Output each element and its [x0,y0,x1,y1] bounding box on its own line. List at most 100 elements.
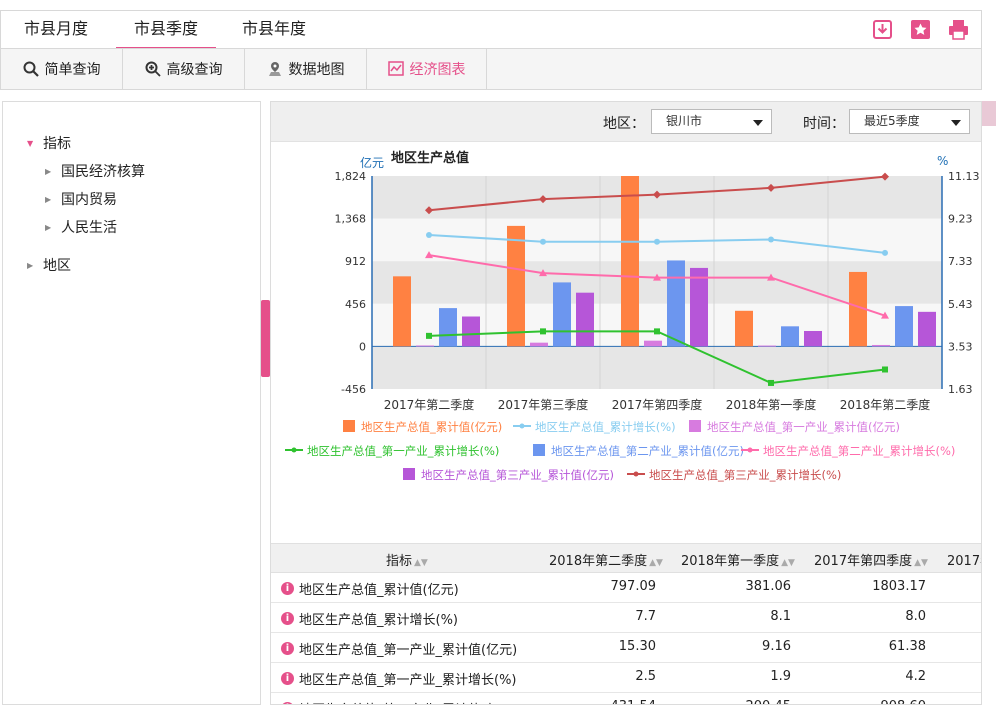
caret-right-icon: ▶ [45,222,52,232]
col-header-2017q4[interactable]: 2017年第四季度 ▲▼ [814,550,928,569]
line-point [882,249,888,256]
y-left-tick-label: 1,824 [335,170,367,183]
col-header-2018q2[interactable]: 2018年第二季度 ▲▼ [549,550,663,569]
tab-county-quarterly[interactable]: 市县季度 [116,11,216,49]
table-cell: 1.9 [770,669,791,684]
col-header-2017[interactable]: 2017年 [947,550,981,569]
download-icon[interactable] [872,19,893,40]
legend-marker [747,447,753,453]
legend-label: 地区生产总值_第三产业_累计值(亿元) [421,468,614,482]
row-label: 地区生产总值_第二产业_累计值(亿元) [299,699,517,704]
table-cell: 15.30 [618,639,656,654]
legend-swatch [689,420,701,432]
bar-3-3 [667,260,685,347]
info-icon[interactable]: i [281,612,294,625]
table-cell: 381.06 [745,579,792,594]
chart-icon [387,61,404,77]
simple-query-button[interactable]: 简单查询 [1,49,123,89]
y-right-tick-label: 11.13 [948,170,980,183]
y-right-tick-label: 7.33 [948,255,973,268]
y-right-tick-label: 5.43 [948,298,973,311]
time-select-value: 最近5季度 [864,114,920,128]
bar-4-2 [576,292,594,347]
table-cell: 9.16 [762,639,791,654]
region-select[interactable]: 银川市 [651,109,772,134]
table-row: i 地区生产总值_累计增长(%) 7.7 8.1 8.0 [271,603,981,633]
y-left-tick-label: 456 [345,298,366,311]
x-tick-label: 2017年第三季度 [498,397,589,412]
line-point [768,236,774,243]
bar-2-5 [872,344,890,347]
bar-2-4 [758,345,776,347]
bar-1-1 [393,276,411,347]
econ-chart-button[interactable]: 经济图表 [367,49,487,89]
caret-right-icon: ▶ [27,260,34,270]
table-cell: 431.54 [556,699,657,704]
table-row: i地区生产总值_第二产业_累计值(亿元) 431.54 200.45 908.60 [271,693,981,704]
row-indicator-name: i 地区生产总值_第一产业_累计增长(%) [281,669,517,688]
filter-bar: 地区： 银川市 时间： 最近5季度 [271,102,981,142]
tree-node-people-life[interactable]: ▶ 人民生活 [45,217,117,237]
x-tick-label: 2018年第二季度 [840,397,931,412]
table-cell: 7.7 [635,609,656,624]
table-header: 指标 ▲▼ 2018年第二季度 ▲▼ 2018年第一季度 ▲▼ 2017年第四季度 ▲▼… [271,543,981,573]
region-select-value: 银川市 [666,114,703,128]
tree-node-region[interactable]: ▶ 地区 [27,255,71,275]
sort-icon: ▲▼ [914,558,928,568]
legend-label: 地区生产总值_第二产业_累计增长(%) [763,444,955,458]
app-root: { "top_tabs":[ {"label":"市县月度","active":… [0,0,996,705]
x-tick-label: 2017年第四季度 [612,397,703,412]
bar-4-4 [804,330,822,347]
caret-right-icon: ▶ [45,194,52,204]
y-left-tick-label: 0 [359,340,366,353]
table-cell: 8.1 [770,609,791,624]
panel-splitter-handle[interactable] [261,300,270,377]
row-label: 地区生产总值_累计值(亿元) [299,583,459,598]
time-select[interactable]: 最近5季度 [849,109,970,134]
y-left-tick-label: 1,368 [335,213,367,226]
col-header-2018q1[interactable]: 2018年第一季度 ▲▼ [681,550,795,569]
table-row: i 地区生产总值_第一产业_累计增长(%) 2.5 1.9 4.2 [271,663,981,693]
data-table: 指标 ▲▼ 2018年第二季度 ▲▼ 2018年第一季度 ▲▼ 2017年第四季度 ▲▼… [271,543,981,704]
search-icon [23,61,39,77]
tab-county-yearly[interactable]: 市县年度 [229,11,319,49]
y-right-tick-label: 1.63 [948,383,973,396]
advanced-query-button[interactable]: 高级查询 [123,49,245,89]
tab-county-monthly[interactable]: 市县月度 [11,11,101,49]
tree-label-indicator: 指标 [43,136,71,152]
time-label: 时间： [803,116,845,132]
legend-swatch [533,444,545,456]
bar-2-1 [416,345,434,347]
chevron-down-icon [753,120,763,126]
line-point [654,238,660,245]
sort-icon: ▲▼ [649,558,663,568]
tree-node-indicator[interactable]: ▼ 指标 [27,133,71,153]
bar-4-3 [690,267,708,347]
scrollbar-thumb[interactable] [982,101,996,126]
table-row: i 地区生产总值_累计值(亿元) 797.09 381.06 1803.17 [271,573,981,603]
legend-label: 地区生产总值_第三产业_累计增长(%) [649,468,841,482]
data-map-button[interactable]: 数据地图 [245,49,367,89]
col-header-indicator[interactable]: 指标 ▲▼ [386,550,428,569]
tree-node-national-accounts[interactable]: ▶ 国民经济核算 [45,161,145,181]
y-right-tick-label: 3.53 [948,340,973,353]
star-icon[interactable] [910,19,931,40]
caret-right-icon: ▶ [45,166,52,176]
bar-3-2 [553,282,571,347]
legend-swatch [403,468,415,480]
tree-node-domestic-trade[interactable]: ▶ 国内贸易 [45,189,117,209]
info-icon[interactable]: i [281,672,294,685]
line-point [654,328,660,335]
bar-1-3 [621,176,639,347]
info-icon[interactable]: i [281,582,294,595]
table-cell: 908.60 [826,699,927,704]
indicator-tree-panel: ▼ 指标 ▶ 国民经济核算 ▶ 国内贸易 ▶ 人民生活 ▶ 地区 [2,101,261,705]
print-icon[interactable] [948,19,969,40]
top-tab-bar: 市县月度 市县季度 市县年度 [0,10,982,49]
region-label: 地区： [603,116,645,132]
tree-label: 国内贸易 [61,192,117,208]
line-point [768,379,774,386]
bar-3-4 [781,326,799,347]
info-icon[interactable]: i [281,642,294,655]
chevron-down-icon [951,120,961,126]
